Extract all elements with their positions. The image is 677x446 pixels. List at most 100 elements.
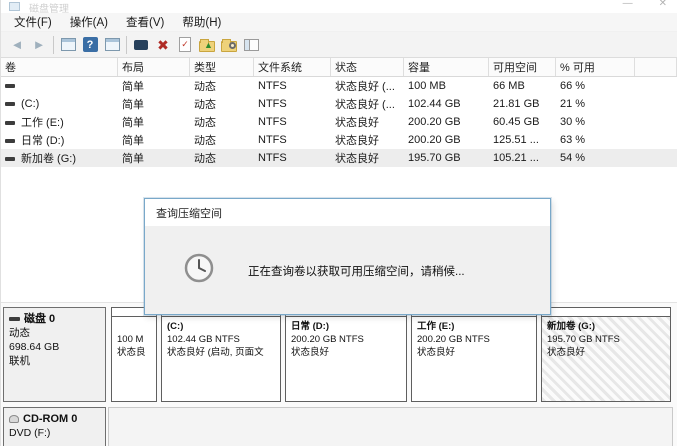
partition-d[interactable]: 日常 (D:) 200.20 GB NTFS 状态良好: [285, 307, 407, 402]
dialog-title-bar[interactable]: 查询压缩空间: [145, 199, 550, 226]
volume-icon: [5, 121, 15, 125]
explore-button[interactable]: [218, 34, 240, 56]
table-row-e-drive[interactable]: 工作 (E:) 简单 动态 NTFS 状态良好 200.20 GB 60.45 …: [1, 113, 677, 131]
open-button[interactable]: ▲: [196, 34, 218, 56]
partition-c[interactable]: (C:) 102.44 GB NTFS 状态良好 (启动, 页面文: [161, 307, 281, 402]
menu-file[interactable]: 文件(F): [5, 12, 61, 32]
shrink-query-dialog: 查询压缩空间 正在查询卷以获取可用压缩空间，请稍候...: [144, 198, 551, 315]
up-arrow-glyph: ▲: [204, 41, 213, 50]
forward-button[interactable]: ►: [28, 34, 50, 56]
partition-name: 日常 (D:): [291, 320, 401, 333]
cell-percent-free: 63 %: [556, 134, 635, 146]
action-pane-button[interactable]: [240, 34, 262, 56]
cell-capacity: 102.44 GB: [404, 98, 489, 110]
cell-capacity: 195.70 GB: [404, 152, 489, 164]
partition-name: 工作 (E:): [417, 320, 531, 333]
cell-layout: 简单: [118, 132, 190, 148]
help-icon: ?: [83, 37, 98, 52]
partition-size: 200.20 GB NTFS: [417, 333, 531, 346]
help-button[interactable]: ?: [79, 34, 101, 56]
app-icon: [9, 2, 20, 11]
partition-e[interactable]: 工作 (E:) 200.20 GB NTFS 状态良好: [411, 307, 537, 402]
close-button[interactable]: ✕: [659, 0, 667, 9]
cdrom-0-panel[interactable]: CD-ROM 0 DVD (F:): [3, 407, 106, 446]
cell-filesystem: NTFS: [254, 116, 331, 128]
console-tree-icon: [61, 38, 76, 51]
cell-status: 状态良好: [331, 132, 404, 148]
toolbar: ◄ ► ? ✖ ✓ ▲: [1, 32, 677, 58]
cell-layout: 简单: [118, 150, 190, 166]
volume-name: 新加卷 (G:): [1, 150, 118, 166]
properties-button[interactable]: ✓: [174, 34, 196, 56]
console-window-button[interactable]: [101, 34, 123, 56]
volume-icon: [5, 102, 15, 106]
menu-help[interactable]: 帮助(H): [173, 12, 230, 32]
delete-volume-icon: ✖: [157, 38, 169, 52]
partition-size: 100 M: [117, 333, 151, 346]
toolbar-separator: [126, 36, 127, 54]
cell-type: 动态: [190, 150, 254, 166]
table-row-system-reserved[interactable]: 简单 动态 NTFS 状态良好 (... 100 MB 66 MB 66 %: [1, 77, 677, 95]
disk-management-window: 磁盘管理 — ✕ 文件(F) 操作(A) 查看(V) 帮助(H) ◄ ► ? ✖…: [0, 0, 677, 446]
delete-volume-button[interactable]: ✖: [152, 34, 174, 56]
cdrom-drive: DVD (F:): [9, 426, 100, 440]
menu-bar: 文件(F) 操作(A) 查看(V) 帮助(H): [1, 13, 677, 32]
disk-0-row: 磁盘 0 动态 698.64 GB 联机 100 M 状态良: [3, 307, 673, 402]
volume-name: (C:): [1, 98, 118, 110]
title-bar: 磁盘管理 — ✕: [1, 0, 677, 13]
menu-view[interactable]: 查看(V): [117, 12, 173, 32]
dialog-title: 查询压缩空间: [156, 205, 222, 221]
col-capacity[interactable]: 容量: [404, 58, 489, 76]
col-free-space[interactable]: 可用空间: [489, 58, 556, 76]
table-row-d-drive[interactable]: 日常 (D:) 简单 动态 NTFS 状态良好 200.20 GB 125.51…: [1, 131, 677, 149]
cell-percent-free: 21 %: [556, 98, 635, 110]
window-title: 磁盘管理: [29, 0, 69, 13]
cell-percent-free: 54 %: [556, 152, 635, 164]
cell-filesystem: NTFS: [254, 134, 331, 146]
partition-size: 102.44 GB NTFS: [167, 333, 275, 346]
magnifier-glyph: [229, 42, 236, 49]
minimize-button[interactable]: —: [623, 0, 633, 9]
volume-color-strip: [542, 308, 670, 317]
col-layout[interactable]: 布局: [118, 58, 190, 76]
partition-size: 200.20 GB NTFS: [291, 333, 401, 346]
cell-filesystem: NTFS: [254, 98, 331, 110]
disk-0-panel[interactable]: 磁盘 0 动态 698.64 GB 联机: [3, 307, 106, 402]
action-bubble-button[interactable]: [130, 34, 152, 56]
cell-layout: 简单: [118, 78, 190, 94]
cell-capacity: 100 MB: [404, 80, 489, 92]
partition-strip: 100 M 状态良 (C:) 102.44 GB NTFS 状态良好 (启动, …: [111, 307, 671, 402]
volume-icon: [5, 139, 15, 143]
open-folder-icon: ▲: [199, 41, 215, 52]
partition-size: 195.70 GB NTFS: [547, 333, 665, 346]
disk-status: 联机: [9, 354, 100, 368]
partition-name: (C:): [167, 320, 275, 333]
col-status[interactable]: 状态: [331, 58, 404, 76]
disk-label: 磁盘 0: [24, 312, 55, 326]
col-volume[interactable]: 卷: [1, 58, 118, 76]
col-filesystem[interactable]: 文件系统: [254, 58, 331, 76]
partition-g-selected[interactable]: 新加卷 (G:) 195.70 GB NTFS 状态良好: [541, 307, 671, 402]
partition-status: 状态良好 (启动, 页面文: [167, 346, 275, 359]
cell-layout: 简单: [118, 114, 190, 130]
console-tree-button[interactable]: [57, 34, 79, 56]
table-row-c-drive[interactable]: (C:) 简单 动态 NTFS 状态良好 (... 102.44 GB 21.8…: [1, 95, 677, 113]
col-type[interactable]: 类型: [190, 58, 254, 76]
cell-free-space: 125.51 ...: [489, 134, 556, 146]
cell-status: 状态良好: [331, 150, 404, 166]
console-window-icon: [105, 38, 120, 51]
table-row-g-drive[interactable]: 新加卷 (G:) 简单 动态 NTFS 状态良好 195.70 GB 105.2…: [1, 149, 677, 167]
back-arrow-icon: ◄: [11, 38, 24, 51]
action-pane-icon: [244, 39, 259, 51]
back-button[interactable]: ◄: [6, 34, 28, 56]
cell-status: 状态良好 (...: [331, 78, 404, 94]
volume-name: [1, 80, 118, 92]
partition-system-reserved[interactable]: 100 M 状态良: [111, 307, 157, 402]
partition-name: 新加卷 (G:): [547, 320, 665, 333]
menu-action[interactable]: 操作(A): [61, 12, 117, 32]
col-percent-free[interactable]: % 可用: [556, 58, 635, 76]
cell-free-space: 105.21 ...: [489, 152, 556, 164]
cell-filesystem: NTFS: [254, 80, 331, 92]
cell-free-space: 21.81 GB: [489, 98, 556, 110]
disk-type: 动态: [9, 326, 100, 340]
